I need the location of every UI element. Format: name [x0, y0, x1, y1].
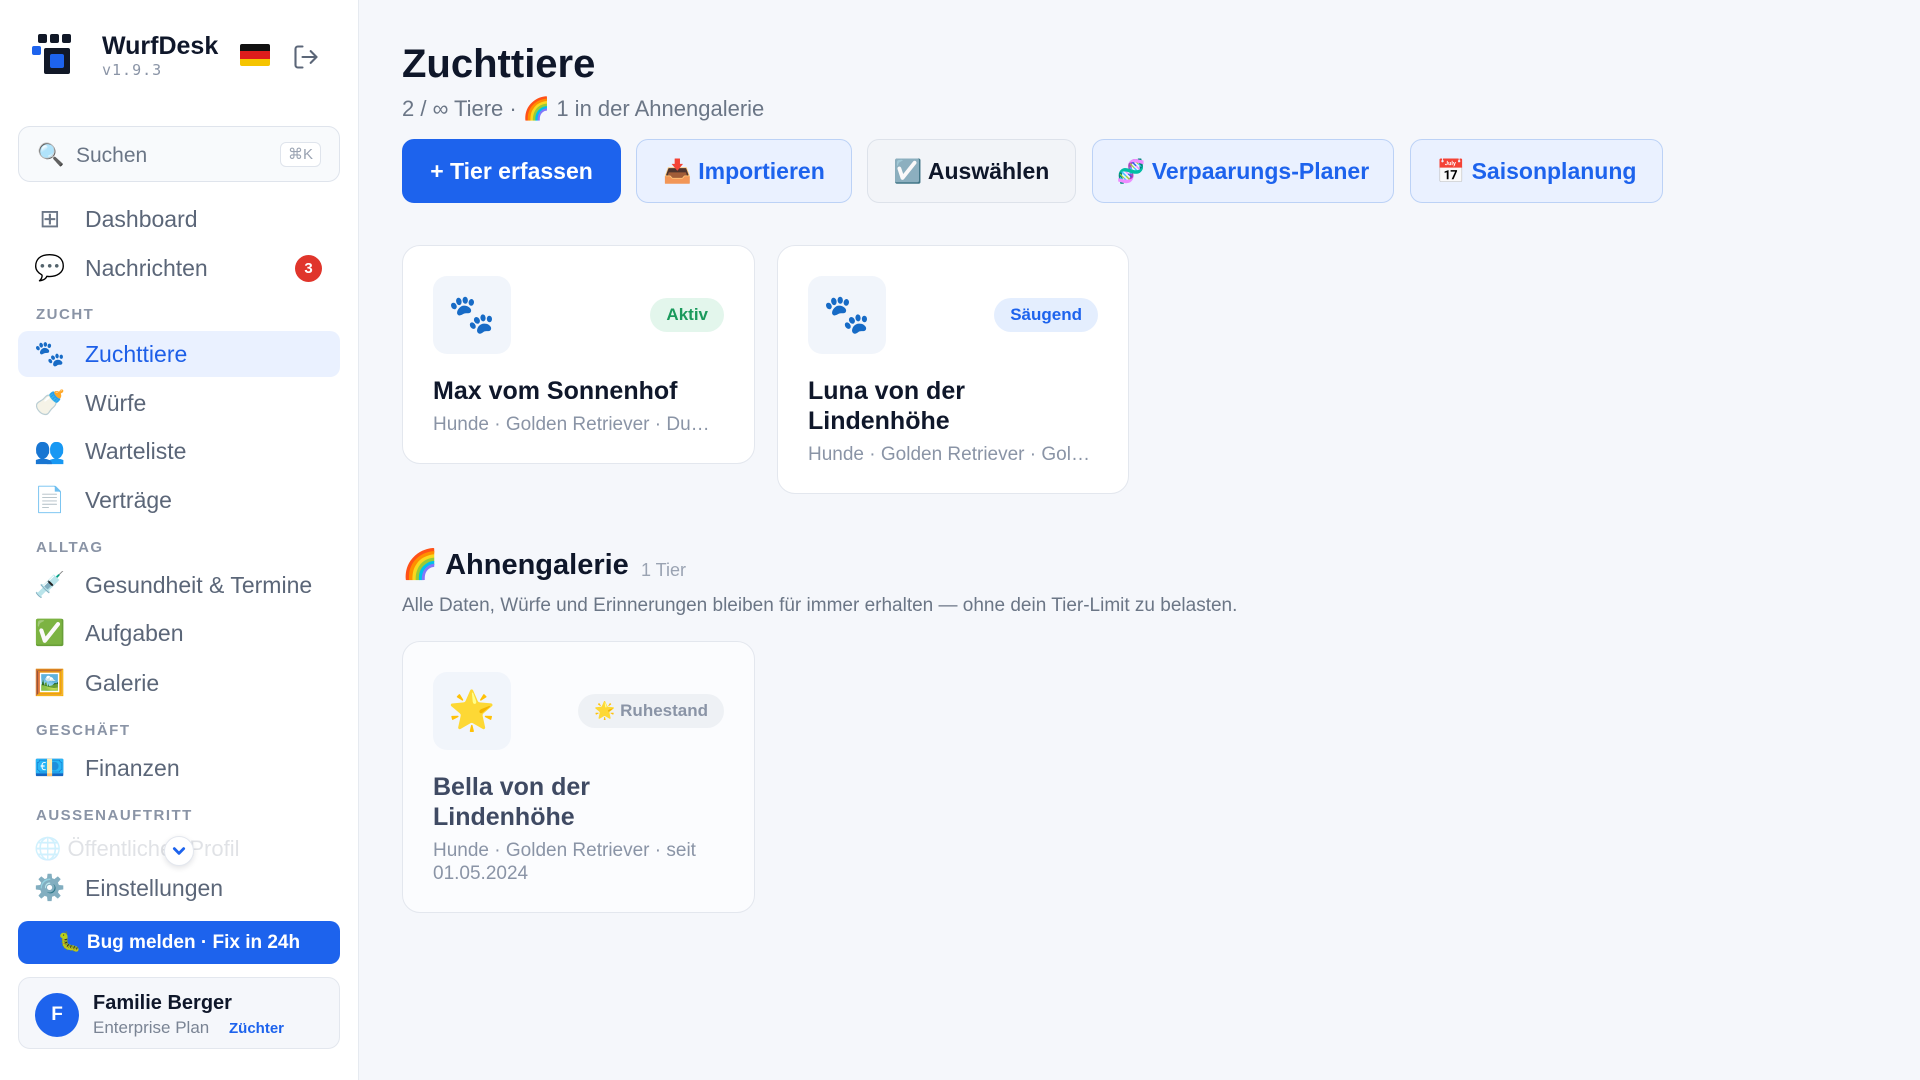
wurfdesk-logo-icon — [32, 34, 76, 78]
sidebar-item-label: Gesundheit & Termine — [85, 572, 313, 598]
sidebar-item-label: Dashboard — [85, 206, 198, 232]
chevron-down-icon — [172, 847, 186, 855]
status-badge: Säugend — [994, 298, 1098, 332]
section-label-zucht: ZUCHT — [36, 306, 95, 323]
sidebar-item-label: Würfe — [85, 390, 147, 416]
unread-count-badge: 3 — [295, 255, 322, 282]
syringe-icon: 💉 — [34, 571, 66, 599]
report-bug-button[interactable]: 🐛 Bug melden · Fix in 24h — [18, 921, 340, 964]
sidebar-item-label: Warteliste — [85, 438, 187, 464]
sidebar-item-label: Einstellungen — [85, 875, 224, 901]
animal-meta: Hunde · Golden Retriever · Gol… — [808, 444, 1090, 465]
paw-icon: 🐾 — [34, 340, 66, 368]
sidebar-item-warteliste[interactable]: 👥 Warteliste — [18, 428, 340, 474]
animal-meta: Hunde · Golden Retriever · seit 01.05.20… — [433, 840, 696, 884]
memorial-animal-card[interactable]: 🌟 🌟 Ruhestand Bella von der Lindenhöhe H… — [402, 641, 755, 913]
sidebar-item-wuerfe[interactable]: 🍼 Würfe — [18, 380, 340, 426]
search-placeholder: Suchen — [76, 144, 148, 167]
gallery-count: 1 Tier — [641, 560, 687, 580]
sidebar-item-dashboard[interactable]: ⊞ Dashboard — [18, 196, 340, 242]
sidebar-item-zuchttiere[interactable]: 🐾 Zuchttiere — [18, 331, 340, 377]
people-icon: 👥 — [34, 437, 66, 465]
season-planning-button[interactable]: 📅 Saisonplanung — [1410, 139, 1663, 203]
sidebar-item-label: Zuchttiere — [85, 341, 188, 367]
euro-banknote-icon: 💶 — [34, 754, 66, 782]
sidebar-item-vertraege[interactable]: 📄 Verträge — [18, 477, 340, 523]
page-title: Zuchttiere — [402, 42, 596, 86]
sidebar-item-nachrichten[interactable]: 💬 Nachrichten 3 — [18, 245, 340, 291]
animal-name: Luna von der Lindenhöhe — [808, 377, 965, 435]
animal-name: Max vom Sonnenhof — [433, 377, 678, 405]
animal-card[interactable]: 🐾 Säugend Luna von der Lindenhöhe Hunde … — [777, 245, 1129, 494]
baby-bottle-icon: 🍼 — [34, 389, 66, 417]
add-animal-button[interactable]: + Tier erfassen — [402, 139, 621, 203]
check-mark-icon: ✅ — [34, 619, 66, 647]
dashboard-icon: ⊞ — [39, 205, 61, 233]
german-flag-icon[interactable] — [240, 44, 270, 66]
sidebar-item-label: Finanzen — [85, 755, 180, 781]
chat-bubble-icon: 💬 — [34, 254, 66, 282]
sidebar-item-aufgaben[interactable]: ✅ Aufgaben — [18, 610, 340, 656]
sidebar-item-label: Galerie — [85, 670, 160, 696]
user-card[interactable]: F Familie Berger Enterprise Plan Züchter — [18, 977, 340, 1049]
avatar: F — [35, 993, 79, 1037]
status-badge: 🌟 Ruhestand — [578, 694, 724, 728]
status-badge: Aktiv — [650, 298, 724, 332]
app-version: v1.9.3 — [102, 61, 163, 79]
search-shortcut: ⌘K — [279, 142, 321, 167]
sidebar-item-einstellungen[interactable]: ⚙️ Einstellungen — [18, 865, 340, 911]
search-input[interactable]: 🔍 Suchen ⌘K — [18, 126, 340, 182]
sidebar-item-label: Aufgaben — [85, 620, 184, 646]
search-icon: 🔍 — [37, 142, 65, 167]
section-label-geschaeft: GESCHÄFT — [36, 722, 131, 739]
animal-name: Bella von der Lindenhöhe — [433, 773, 590, 831]
sidebar-item-galerie[interactable]: 🖼️ Galerie — [18, 660, 340, 706]
section-label-aussenauftritt: AUSSENAUFTRITT — [36, 807, 193, 824]
animal-card[interactable]: 🐾 Aktiv Max vom Sonnenhof Hunde · Golden… — [402, 245, 755, 464]
sidebar-item-gesundheit[interactable]: 💉 Gesundheit & Termine — [18, 562, 340, 608]
import-button[interactable]: 📥 Importieren — [636, 139, 852, 203]
gallery-section-title: 🌈 Ahnengalerie — [402, 549, 629, 581]
sidebar-item-label: Nachrichten — [85, 255, 208, 281]
paw-icon: 🐾 — [808, 276, 886, 354]
scroll-down-button[interactable] — [164, 836, 194, 866]
section-label-alltag: ALLTAG — [36, 539, 104, 556]
brand: WurfDesk v1.9.3 — [32, 30, 332, 86]
user-plan: Enterprise Plan — [93, 1018, 210, 1037]
user-role: Züchter — [229, 1020, 285, 1037]
animal-meta: Hunde · Golden Retriever · Du… — [433, 414, 710, 435]
app-name: WurfDesk — [102, 32, 219, 60]
framed-picture-icon: 🖼️ — [34, 669, 66, 697]
gear-icon: ⚙️ — [34, 874, 66, 902]
user-name: Familie Berger — [93, 992, 232, 1014]
glowing-star-icon: 🌟 — [433, 672, 511, 750]
gallery-description: Alle Daten, Würfe und Erinnerungen bleib… — [402, 595, 1238, 616]
sidebar: WurfDesk v1.9.3 🔍 Suchen ⌘K ⊞ Dashboard … — [0, 0, 359, 1080]
mating-planner-button[interactable]: 🧬 Verpaarungs-Planer — [1092, 139, 1394, 203]
sidebar-item-label: Verträge — [85, 487, 172, 513]
select-button[interactable]: ☑️ Auswählen — [867, 139, 1076, 203]
page-subtitle: 2 / ∞ Tiere · 🌈 1 in der Ahnengalerie — [402, 96, 765, 121]
paw-icon: 🐾 — [433, 276, 511, 354]
logout-icon[interactable] — [292, 43, 320, 71]
sidebar-item-finanzen[interactable]: 💶 Finanzen — [18, 745, 340, 791]
document-icon: 📄 — [34, 486, 66, 514]
